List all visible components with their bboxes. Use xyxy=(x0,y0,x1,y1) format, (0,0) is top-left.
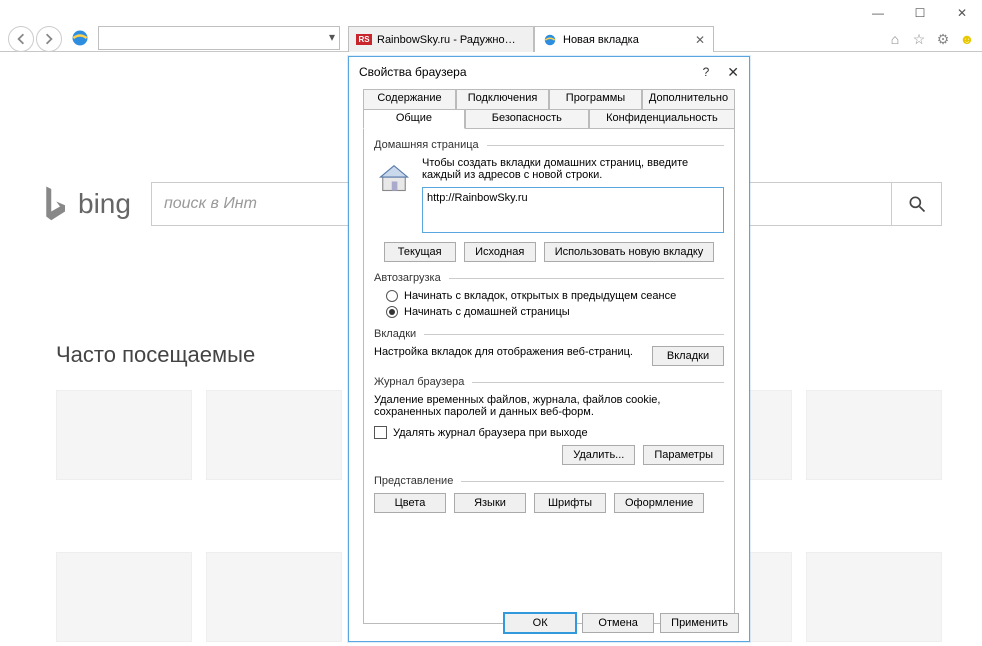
minimize-button[interactable]: — xyxy=(864,4,892,22)
chevron-down-icon[interactable]: ▾ xyxy=(329,30,335,44)
section-title: Вкладки xyxy=(374,328,416,340)
btn-history-params[interactable]: Параметры xyxy=(643,445,724,465)
section-tabs: Вкладки Настройка вкладок для отображени… xyxy=(374,328,724,366)
help-button[interactable]: ? xyxy=(703,65,710,79)
favorites-icon[interactable]: ☆ xyxy=(910,30,928,48)
ie-icon xyxy=(70,28,90,48)
dialog-panel: Домашняя страница Чтобы создать вкладки … xyxy=(363,128,735,624)
internet-options-dialog: Свойства браузера ? ✕ Содержание Подключ… xyxy=(348,56,750,642)
tab-programs[interactable]: Программы xyxy=(549,89,642,109)
apply-button[interactable]: Применить xyxy=(660,613,739,633)
toolbar-right-icons: ⌂ ☆ ⚙ ☻ xyxy=(886,30,976,48)
btn-fonts[interactable]: Шрифты xyxy=(534,493,606,513)
section-title: Журнал браузера xyxy=(374,376,464,388)
tile[interactable] xyxy=(806,552,942,642)
back-button[interactable] xyxy=(8,26,34,52)
section-appearance: Представление Цвета Языки Шрифты Оформле… xyxy=(374,475,724,513)
favicon-rs: RS xyxy=(357,33,371,47)
homepage-desc: Чтобы создать вкладки домашних страниц, … xyxy=(422,157,724,181)
btn-default-page[interactable]: Исходная xyxy=(464,242,536,262)
dialog-tabs-row2: Общие Безопасность Конфиденциальность xyxy=(363,109,735,129)
ok-button[interactable]: ОК xyxy=(504,613,576,633)
tab-security[interactable]: Безопасность xyxy=(465,109,589,129)
tile[interactable] xyxy=(806,390,942,480)
close-icon[interactable]: ✕ xyxy=(695,33,705,47)
checkbox-icon xyxy=(374,426,387,439)
settings-gear-icon[interactable]: ⚙ xyxy=(934,30,952,48)
tab-content[interactable]: Содержание xyxy=(363,89,456,109)
feedback-smiley-icon[interactable]: ☻ xyxy=(958,30,976,48)
radio-start-homepage[interactable]: Начинать с домашней страницы xyxy=(386,306,724,318)
tab-label: RainbowSky.ru - Радужное Не… xyxy=(377,34,517,46)
section-history: Журнал браузера Удаление временных файло… xyxy=(374,376,724,465)
homepage-url-input[interactable] xyxy=(422,187,724,233)
radio-label: Начинать с вкладок, открытых в предыдуще… xyxy=(404,290,676,302)
tab-connections[interactable]: Подключения xyxy=(456,89,549,109)
tabs-desc: Настройка вкладок для отображения веб-ст… xyxy=(374,346,642,358)
forward-button[interactable] xyxy=(36,26,62,52)
dialog-tabs-row1: Содержание Подключения Программы Дополни… xyxy=(363,89,735,109)
magnifier-icon xyxy=(907,194,927,214)
dialog-title: Свойства браузера xyxy=(359,65,467,79)
tab-advanced[interactable]: Дополнительно xyxy=(642,89,735,109)
btn-use-new-tab[interactable]: Использовать новую вкладку xyxy=(544,242,715,262)
section-title: Автозагрузка xyxy=(374,272,441,284)
tile[interactable] xyxy=(206,552,342,642)
checkbox-label: Удалять журнал браузера при выходе xyxy=(393,427,588,439)
tab-label: Новая вкладка xyxy=(563,34,639,46)
frequent-title: Часто посещаемые xyxy=(56,342,255,368)
section-startup: Автозагрузка Начинать с вкладок, открыты… xyxy=(374,272,724,318)
favicon-ie xyxy=(543,33,557,47)
tab-general[interactable]: Общие xyxy=(363,109,465,129)
radio-start-last-session[interactable]: Начинать с вкладок, открытых в предыдуще… xyxy=(386,290,724,302)
address-bar[interactable]: ▾ xyxy=(98,26,340,50)
window-controls: — ☐ ✕ xyxy=(864,4,976,22)
btn-accessibility[interactable]: Оформление xyxy=(614,493,704,513)
bing-b-icon xyxy=(40,184,70,224)
search-button[interactable] xyxy=(892,182,942,226)
chk-delete-on-exit[interactable]: Удалять журнал браузера при выходе xyxy=(374,426,724,439)
nav-buttons xyxy=(8,26,62,52)
browser-tab[interactable]: Новая вкладка ✕ xyxy=(534,26,714,52)
tile[interactable] xyxy=(56,552,192,642)
btn-languages[interactable]: Языки xyxy=(454,493,526,513)
btn-tabs-settings[interactable]: Вкладки xyxy=(652,346,724,366)
bing-logo: bing xyxy=(40,184,131,224)
dialog-bottom-buttons: ОК Отмена Применить xyxy=(504,613,739,633)
radio-icon xyxy=(386,290,398,302)
browser-chrome: ▾ RS RainbowSky.ru - Радужное Не… Новая … xyxy=(0,0,982,52)
cancel-button[interactable]: Отмена xyxy=(582,613,654,633)
btn-current-page[interactable]: Текущая xyxy=(384,242,456,262)
bing-text: bing xyxy=(78,188,131,220)
browser-tabs: RS RainbowSky.ru - Радужное Не… Новая вк… xyxy=(348,26,714,52)
home-icon[interactable]: ⌂ xyxy=(886,30,904,48)
search-placeholder: поиск в Инт xyxy=(164,195,257,213)
dialog-titlebar[interactable]: Свойства браузера ? ✕ xyxy=(349,57,749,87)
browser-tab[interactable]: RS RainbowSky.ru - Радужное Не… xyxy=(348,26,534,52)
tab-privacy[interactable]: Конфиденциальность xyxy=(589,109,735,129)
section-title: Представление xyxy=(374,475,453,487)
btn-delete-history[interactable]: Удалить... xyxy=(562,445,635,465)
close-button[interactable]: ✕ xyxy=(948,4,976,22)
maximize-button[interactable]: ☐ xyxy=(906,4,934,22)
home-icon xyxy=(374,157,414,197)
radio-label: Начинать с домашней страницы xyxy=(404,306,570,318)
btn-colors[interactable]: Цвета xyxy=(374,493,446,513)
section-homepage: Домашняя страница Чтобы создать вкладки … xyxy=(374,139,724,262)
dialog-close-button[interactable]: ✕ xyxy=(727,64,739,81)
section-title: Домашняя страница xyxy=(374,139,479,151)
radio-icon xyxy=(386,306,398,318)
tile[interactable] xyxy=(56,390,192,480)
history-desc: Удаление временных файлов, журнала, файл… xyxy=(374,394,724,418)
tile[interactable] xyxy=(206,390,342,480)
